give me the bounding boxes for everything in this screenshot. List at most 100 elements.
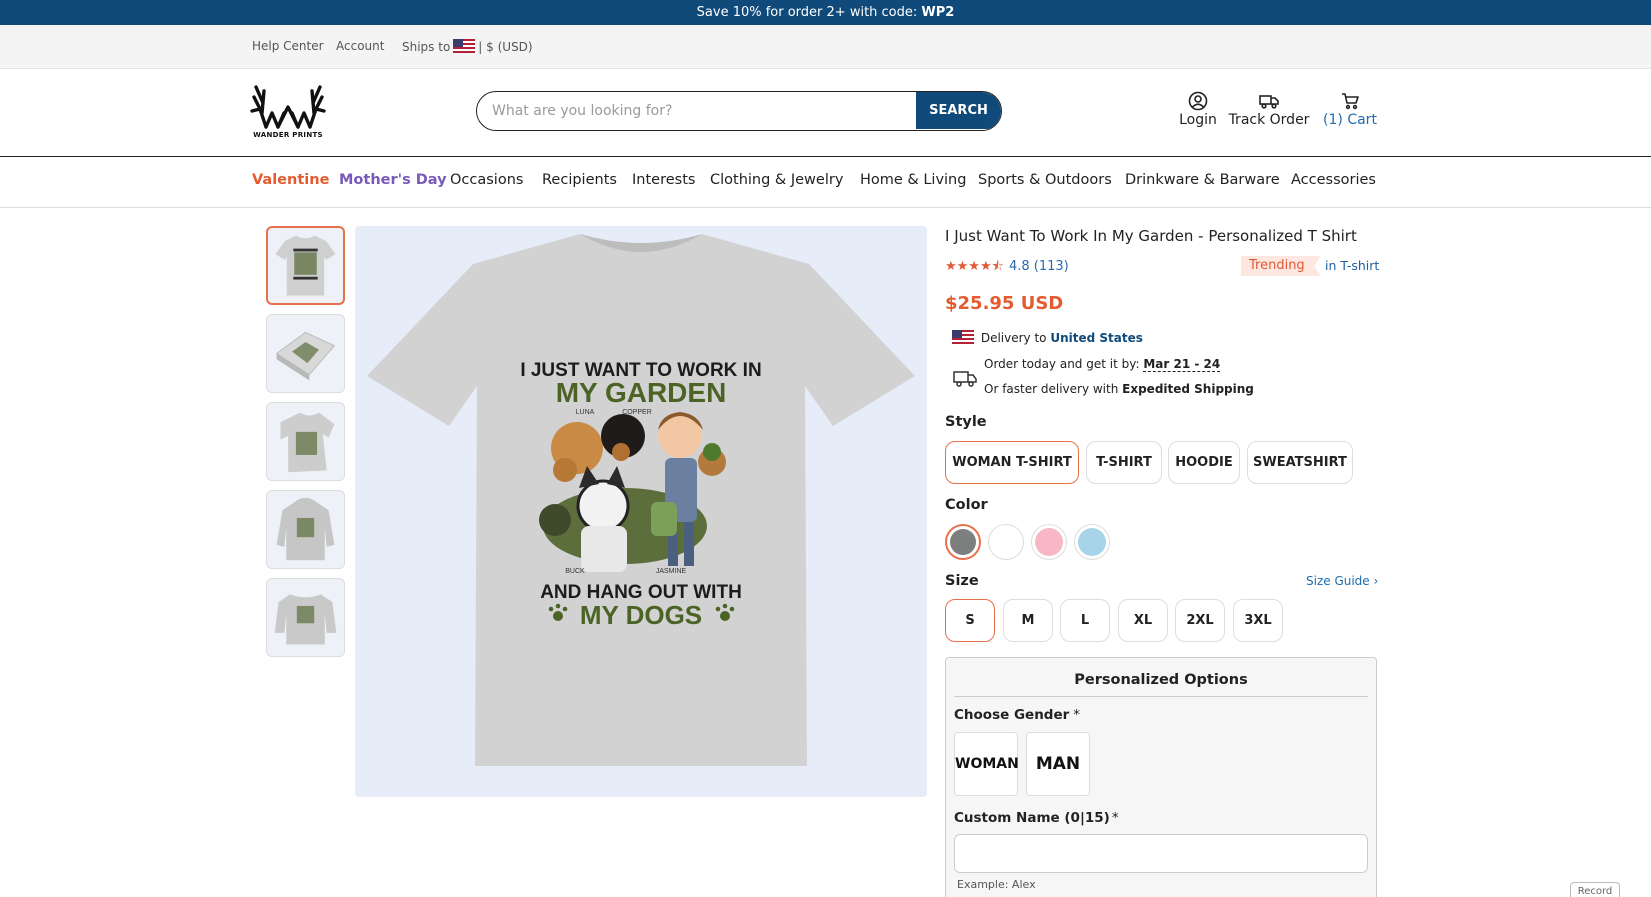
custom-name-text: Custom Name (0|15) <box>954 810 1110 826</box>
personalized-options-title: Personalized Options <box>1074 672 1248 688</box>
main-navigation: Valentine Mother's Day Occasions Recipie… <box>0 157 1651 208</box>
tshirt-mockup-image: I JUST WANT TO WORK IN MY GARDEN LUNA CO… <box>367 234 915 766</box>
personalized-options-panel: Personalized Options Choose Gender * WOMA… <box>945 657 1377 897</box>
product-thumbnail-4[interactable] <box>266 490 345 569</box>
account-link[interactable]: Account <box>336 39 384 53</box>
expedited-shipping-note: Or faster delivery with Expedited Shippi… <box>984 382 1254 396</box>
gender-option-woman[interactable]: WOMAN <box>954 732 1019 796</box>
nav-item-valentine[interactable]: Valentine <box>252 172 329 188</box>
gender-option-man[interactable]: MAN <box>1026 732 1090 796</box>
folded-shirt-thumbnail-image <box>275 331 336 381</box>
cart-link[interactable]: (1) Cart <box>1321 91 1379 128</box>
artwork-dog-name-3: BUCK <box>565 568 585 575</box>
logo-wordmark: WANDER PRINTS <box>253 131 323 139</box>
style-option-woman-tshirt[interactable]: WOMAN T-SHIRT <box>945 441 1079 484</box>
promo-text: Save 10% for order 2+ with code: <box>696 5 922 20</box>
color-swatch-light-blue-fill <box>1078 528 1106 556</box>
custom-name-input[interactable] <box>954 834 1368 873</box>
size-guide-link[interactable]: Size Guide › <box>1306 574 1378 588</box>
search-bar: SEARCH <box>476 91 1002 131</box>
style-option-sweatshirt[interactable]: SWEATSHIRT <box>1247 441 1353 484</box>
truck-icon <box>1259 95 1279 109</box>
color-swatch-gray-fill <box>950 529 976 555</box>
choose-gender-text: Choose Gender <box>954 707 1070 723</box>
help-center-link[interactable]: Help Center <box>252 39 324 53</box>
style-label: Style <box>945 414 987 430</box>
color-label: Color <box>945 497 988 513</box>
site-header: WANDER PRINTS SEARCH Login Track Order <box>0 69 1651 157</box>
size-label: Size <box>945 573 979 589</box>
category-link[interactable]: in T-shirt <box>1325 258 1379 273</box>
size-option-s[interactable]: S <box>945 599 995 642</box>
style-option-tshirt[interactable]: T-SHIRT <box>1086 441 1162 484</box>
size-option-xl[interactable]: XL <box>1118 599 1168 642</box>
promo-banner: Save 10% for order 2+ with code: WP2 <box>0 0 1651 25</box>
cart-label: (1) Cart <box>1323 112 1377 128</box>
nav-item-occasions[interactable]: Occasions <box>450 172 523 188</box>
product-thumbnail-2[interactable] <box>266 314 345 393</box>
login-link[interactable]: Login <box>1173 91 1223 128</box>
faster-delivery-label: Or faster delivery with <box>984 382 1119 396</box>
rating-text: 4.8 (113) <box>1008 259 1069 274</box>
main-product-image[interactable]: I JUST WANT TO WORK IN MY GARDEN LUNA CO… <box>355 226 927 797</box>
us-flag-icon <box>952 330 974 344</box>
expedited-shipping-link[interactable]: Expedited Shipping <box>1122 382 1254 396</box>
order-today-label: Order today and get it by: <box>984 357 1140 371</box>
product-thumbnail-3[interactable] <box>266 402 345 481</box>
utility-bar: Help Center Account Ships to | $ (USD) <box>0 25 1651 69</box>
product-thumbnail-1[interactable] <box>266 226 345 305</box>
custom-name-label: Custom Name (0|15) * <box>954 810 1119 826</box>
divider <box>954 696 1368 697</box>
nav-item-drinkware-barware[interactable]: Drinkware & Barware <box>1125 172 1280 188</box>
currency-label: | $ (USD) <box>478 40 533 54</box>
tshirt-thumbnail-image <box>275 235 336 296</box>
us-flag-icon <box>453 39 476 53</box>
style-option-hoodie[interactable]: HOODIE <box>1168 441 1240 484</box>
delivery-truck-icon <box>953 371 977 387</box>
promo-code: WP2 <box>921 5 955 20</box>
nav-item-home-living[interactable]: Home & Living <box>860 172 966 188</box>
artwork-line-2: MY GARDEN <box>556 377 727 408</box>
color-swatch-pink[interactable] <box>1031 524 1067 560</box>
nav-item-clothing-jewelry[interactable]: Clothing & Jewelry <box>710 172 843 188</box>
cart-icon <box>1342 93 1359 110</box>
nav-item-recipients[interactable]: Recipients <box>542 172 617 188</box>
artwork-dog-name-4: JASMINE <box>656 568 687 575</box>
product-thumbnail-5[interactable] <box>266 578 345 657</box>
nav-item-mothers-day[interactable]: Mother's Day <box>339 172 447 188</box>
ships-to-selector[interactable]: Ships to | $ (USD) <box>402 39 533 54</box>
star-rating-icon: ★★★★⯪ <box>945 259 1004 274</box>
artwork-line-4: MY DOGS <box>580 600 702 630</box>
record-button[interactable]: Record <box>1570 882 1620 897</box>
search-button[interactable]: SEARCH <box>916 92 1001 129</box>
choose-gender-label: Choose Gender * <box>954 707 1080 723</box>
sweatshirt-thumbnail-image <box>274 594 337 645</box>
search-input[interactable] <box>477 92 917 129</box>
delivery-to-label: Delivery to <box>980 331 1047 345</box>
antler-logo-icon <box>250 85 326 129</box>
track-order-label: Track Order <box>1228 112 1310 128</box>
delivery-estimate: Order today and get it by: Mar 21 - 24 <box>984 357 1221 372</box>
color-swatch-pink-fill <box>1035 528 1063 556</box>
nav-item-sports-outdoors[interactable]: Sports & Outdoors <box>978 172 1112 188</box>
user-icon <box>1188 91 1208 111</box>
required-mark: * <box>1073 707 1081 723</box>
nav-item-interests[interactable]: Interests <box>632 172 695 188</box>
nav-item-accessories[interactable]: Accessories <box>1291 172 1376 188</box>
logo[interactable]: WANDER PRINTS <box>250 83 326 143</box>
product-price: $25.95 USD <box>945 293 1064 314</box>
login-label: Login <box>1179 112 1217 128</box>
size-option-3xl[interactable]: 3XL <box>1233 599 1283 642</box>
color-swatch-light-blue[interactable] <box>1074 524 1110 560</box>
hoodie-thumbnail-image <box>276 497 335 561</box>
size-option-l[interactable]: L <box>1060 599 1110 642</box>
track-order-link[interactable]: Track Order <box>1224 91 1314 128</box>
product-rating[interactable]: ★★★★⯪ 4.8 (113) <box>945 257 1069 279</box>
color-swatch-white[interactable] <box>988 524 1024 560</box>
product-title: I Just Want To Work In My Garden - Perso… <box>945 227 1357 245</box>
size-option-2xl[interactable]: 2XL <box>1175 599 1225 642</box>
delivery-country-link[interactable]: United States <box>1050 331 1143 345</box>
size-option-m[interactable]: M <box>1003 599 1053 642</box>
flatlay-shirt-thumbnail-image <box>280 412 335 473</box>
color-swatch-gray[interactable] <box>945 524 981 560</box>
